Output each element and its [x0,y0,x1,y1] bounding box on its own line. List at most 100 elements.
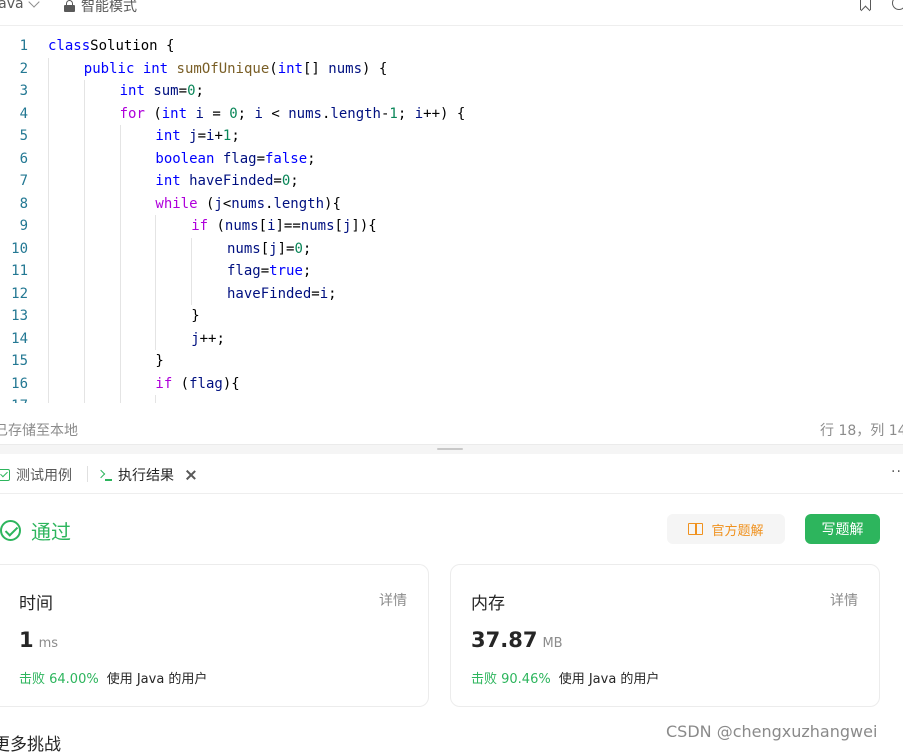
more-icon[interactable]: ··· [891,464,903,480]
lock-icon [64,0,75,12]
code-token: boolean [155,150,215,167]
code-token: int [277,60,303,77]
code-token: j [214,195,223,212]
code-token: i [414,105,424,122]
code-line[interactable]: 6 boolean flag=false; [0,147,903,171]
code-text: while (j<nums.length){ [155,193,340,216]
indent-guide [48,350,49,373]
tab-testcase-label: 测试用例 [16,468,72,484]
code-line[interactable]: 13} [0,305,903,328]
book-icon [688,523,704,535]
mode-label: 智能模式 [81,0,137,15]
code-line[interactable]: 2 public int sumOfUnique(int[] nums) { [0,57,903,81]
drag-grip-icon [437,448,463,450]
reset-icon[interactable] [892,0,903,10]
code-token: ; [328,285,337,302]
code-token: ){ [324,195,341,212]
code-token: int [161,105,188,122]
line-number: 16 [11,375,28,392]
code-token: ; [302,240,312,257]
code-token: while [155,195,198,212]
tab-divider [87,466,88,482]
close-icon[interactable] [186,470,196,480]
code-line[interactable]: 10 nums[j]=0; [0,237,903,261]
write-solution-button[interactable]: 写题解 [805,514,880,544]
indent-guide [48,237,49,260]
indent-guide [48,192,49,215]
memory-details-link[interactable]: 详情 [830,590,858,610]
code-text: boolean flag=false; [155,148,315,171]
runtime-title: 时间 [19,594,53,614]
memory-card: 内存 详情 37.87 MB 击败 90.46% 使用 Java 的用户 [450,564,880,707]
save-status: 已存储至本地 [0,423,78,439]
code-token: i [267,218,276,234]
line-number: 10 [11,240,28,257]
line-number: 8 [19,195,28,212]
code-text: int j=i+1; [155,125,239,148]
result-status: 通过 [0,516,71,545]
memory-number: 37.87 [471,628,538,652]
code-token: j [189,128,198,144]
indent-guide [48,372,49,395]
code-line[interactable]: 15} [0,350,903,373]
code-line[interactable]: 8 while (j<nums.length){ [0,192,903,216]
code-token: = [203,105,230,122]
code-token: true [269,263,303,279]
runtime-beat-text: 使用 Java 的用户 [106,672,208,687]
code-text: public int sumOfUnique(int[] nums) { [84,58,388,81]
code-line[interactable]: 1 classSolution { [0,35,903,58]
code-token: = [260,263,270,279]
code-line[interactable]: 17 [0,395,903,403]
bookmark-icon[interactable] [860,0,871,10]
code-line[interactable]: 7 int haveFinded=0; [0,170,903,193]
tab-result[interactable]: 执行结果 [98,465,196,485]
runtime-beat-percent: 击败 64.00% [19,672,99,687]
indent-guide [83,147,85,170]
watermark-text: CSDN @chengxuzhangwei [666,722,878,741]
chevron-down-icon [27,0,40,8]
line-number: 17 [0,395,28,403]
code-line[interactable]: 11 flag=true; [0,260,903,283]
code-line[interactable]: 5 int j=i+1; [0,125,903,148]
indent-guide [48,170,49,193]
panel-resize-handle[interactable] [0,444,903,454]
code-line[interactable]: 4 for (int i = 0; i < nums.length-1; i++)… [0,102,903,125]
code-token: ; [307,150,316,167]
code-token: ; [237,105,255,122]
code-line[interactable]: 3 int sum=0; [0,80,903,103]
code-line[interactable]: 9 if (nums[i]==nums[j]){ [0,215,903,238]
runtime-details-link[interactable]: 详情 [379,590,407,610]
line-number: 6 [19,150,28,167]
code-line[interactable]: 14 j++; [0,327,903,350]
indent-guide [119,125,121,148]
code-token: ( [144,105,162,122]
editor-toolbar: Java 智能模式 [0,0,903,26]
code-line[interactable]: 12 haveFinded=i; [0,282,903,305]
code-token: ++) { [423,105,466,122]
code-token: for [119,105,145,122]
code-token: < [262,105,289,122]
code-token: length [273,195,325,212]
code-token: } [191,308,200,324]
code-token: nums [227,240,261,257]
line-number: 3 [19,83,28,99]
tab-testcase[interactable]: 测试用例 [0,465,72,485]
code-token: ; [302,263,312,279]
language-select[interactable]: Java [0,0,40,12]
official-solution-button[interactable]: 官方题解 [667,514,785,544]
code-token: ++; [199,330,225,347]
code-token: Solution [90,38,167,54]
line-number: 13 [11,308,28,324]
code-editor[interactable]: 1 classSolution {2 public int sumOfUnique(… [0,26,903,403]
code-text: nums[j]=0; [227,238,311,261]
mode-indicator[interactable]: 智能模式 [64,0,137,16]
indent-guide [119,147,121,170]
code-token: nums [288,105,322,122]
code-text: classSolution { [48,35,174,58]
code-line[interactable]: 16 if (flag){ [0,372,903,395]
check-circle-icon [0,520,21,541]
line-number: 14 [11,330,28,347]
